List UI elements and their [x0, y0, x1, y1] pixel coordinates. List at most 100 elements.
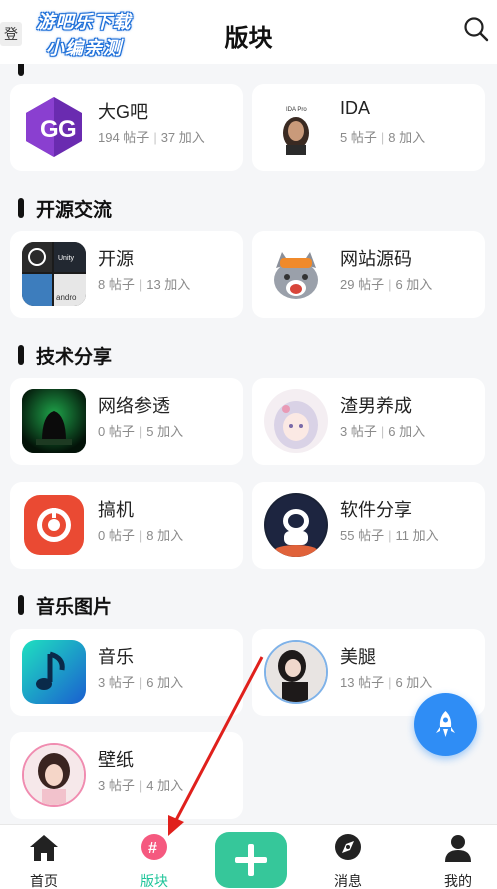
board-card-zhanan[interactable]: 渣男养成 3 帖子 | 6 加入	[252, 378, 485, 465]
cat-mascot-icon	[264, 242, 328, 306]
section-bar	[18, 595, 24, 615]
board-posts: 0 帖子	[98, 528, 135, 543]
board-card-wallpaper[interactable]: 壁纸 3 帖子 | 4 加入	[10, 732, 243, 819]
board-posts: 29 帖子	[340, 277, 385, 292]
board-name: 网站源码	[340, 249, 412, 269]
board-avatar	[22, 743, 86, 807]
stat-divider: |	[138, 528, 143, 543]
home-icon	[30, 835, 58, 861]
board-stats: 0 帖子 | 5 加入	[98, 421, 183, 440]
tab-label: 版块	[140, 873, 168, 889]
section-header-tech: 技术分享	[18, 343, 113, 368]
anime-girl-icon	[264, 389, 328, 453]
board-joins: 37 加入	[160, 130, 205, 145]
svg-text:#: #	[148, 840, 157, 857]
board-posts: 55 帖子	[340, 528, 385, 543]
board-stats: 5 帖子 | 8 加入	[340, 127, 425, 146]
board-joins: 8 加入	[388, 130, 426, 145]
board-name: 音乐	[98, 647, 134, 667]
section-bar	[18, 198, 24, 218]
board-avatar	[264, 389, 328, 453]
board-joins: 4 加入	[146, 778, 184, 793]
stat-divider: |	[138, 778, 143, 793]
board-card-pentest[interactable]: 网络参透 0 帖子 | 5 加入	[10, 378, 243, 465]
stat-divider: |	[388, 277, 392, 292]
board-name: 美腿	[340, 647, 376, 667]
section-bar	[18, 345, 24, 365]
board-avatar	[22, 493, 86, 557]
board-avatar	[264, 242, 328, 306]
board-posts: 3 帖子	[340, 424, 377, 439]
board-avatar	[22, 640, 86, 704]
board-posts: 5 帖子	[340, 130, 377, 145]
portrait-photo-icon	[266, 642, 326, 702]
board-joins: 11 加入	[395, 528, 439, 543]
watermark-line2: 小编亲测	[46, 38, 122, 58]
board-card-software[interactable]: 软件分享 55 帖子 | 11 加入	[252, 482, 485, 569]
board-card-ida[interactable]: IDA Pro IDA 5 帖子 | 8 加入	[252, 84, 485, 171]
board-posts: 194 帖子	[98, 130, 150, 145]
board-avatar	[264, 640, 328, 704]
astronaut-icon	[264, 493, 328, 557]
section-bar	[18, 64, 24, 76]
section-header-hidden	[18, 64, 36, 78]
section-title: 技术分享	[36, 346, 113, 368]
add-post-button[interactable]	[215, 832, 287, 888]
board-posts: 3 帖子	[98, 778, 135, 793]
board-joins: 13 加入	[146, 277, 191, 292]
board-name: 开源	[98, 249, 134, 269]
watermark: 游吧乐下载 小编亲测	[14, 8, 154, 60]
hashtag-icon: #	[141, 834, 167, 860]
tab-label: 消息	[334, 873, 362, 889]
board-name: 大G吧	[98, 102, 149, 122]
board-posts: 13 帖子	[340, 675, 385, 690]
board-joins: 6 加入	[395, 277, 433, 292]
board-stats: 3 帖子 | 4 加入	[98, 775, 183, 794]
tab-profile[interactable]: 我的	[418, 825, 497, 889]
music-note-icon	[22, 640, 86, 704]
stat-divider: |	[388, 528, 392, 543]
stat-divider: |	[380, 424, 385, 439]
section-header-music: 音乐图片	[18, 593, 112, 618]
board-stats: 13 帖子 | 6 加入	[340, 672, 432, 691]
board-stats: 55 帖子 | 11 加入	[340, 525, 439, 544]
android-caption: andro	[56, 293, 77, 302]
board-card-website-source[interactable]: 网站源码 29 帖子 | 6 加入	[252, 231, 485, 318]
rocket-fab-button[interactable]	[414, 693, 477, 756]
board-posts: 3 帖子	[98, 675, 135, 690]
tab-messages[interactable]: 消息	[308, 825, 388, 889]
watermark-line1: 游吧乐下载	[36, 12, 132, 32]
tab-boards[interactable]: # 版块	[114, 825, 194, 889]
board-avatar	[264, 493, 328, 557]
board-name: 壁纸	[98, 750, 134, 770]
board-avatar: G G	[22, 95, 86, 159]
stat-divider: |	[138, 675, 143, 690]
board-stats: 29 帖子 | 6 加入	[340, 274, 432, 293]
opensource-collage-icon: Unity andro	[22, 242, 86, 306]
board-stats: 0 帖子 | 8 加入	[98, 525, 183, 544]
tab-home[interactable]: 首页	[4, 825, 84, 889]
board-card-dag[interactable]: G G 大G吧 194 帖子 | 37 加入	[10, 84, 243, 171]
board-joins: 6 加入	[395, 675, 433, 690]
board-name: 软件分享	[340, 500, 412, 520]
board-stats: 194 帖子 | 37 加入	[98, 127, 205, 146]
tab-label: 我的	[444, 873, 472, 889]
board-posts: 0 帖子	[98, 424, 135, 439]
board-joins: 8 加入	[146, 528, 184, 543]
section-header-opensource: 开源交流	[18, 196, 112, 221]
search-icon[interactable]	[463, 16, 489, 42]
board-card-gaoji[interactable]: 搞机 0 帖子 | 8 加入	[10, 482, 243, 569]
ida-caption: IDA Pro	[286, 107, 307, 113]
board-card-music[interactable]: 音乐 3 帖子 | 6 加入	[10, 629, 243, 716]
board-card-kaiyuan[interactable]: Unity andro 开源 8 帖子 | 13 加入	[10, 231, 243, 318]
board-avatar: IDA Pro	[264, 95, 328, 159]
board-name: IDA	[340, 98, 371, 118]
wallpaper-girl-icon	[24, 745, 84, 805]
board-stats: 8 帖子 | 13 加入	[98, 274, 190, 293]
camera-app-icon	[22, 493, 86, 557]
tab-label: 首页	[30, 873, 58, 889]
board-joins: 5 加入	[146, 424, 184, 439]
stat-divider: |	[138, 424, 143, 439]
rocket-icon	[436, 711, 455, 737]
board-posts: 8 帖子	[98, 277, 135, 292]
